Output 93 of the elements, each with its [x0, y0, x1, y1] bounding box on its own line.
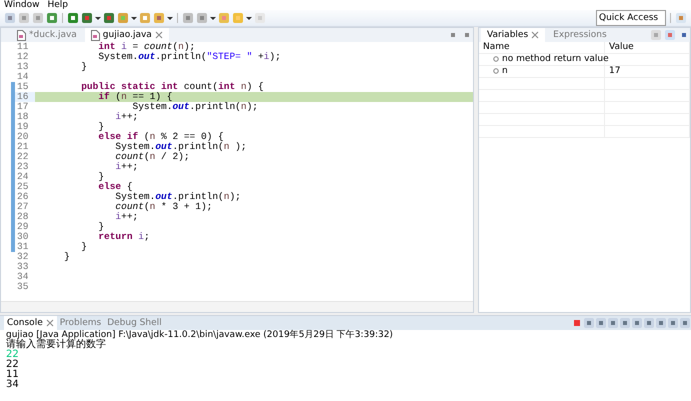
line-number: 16 [16, 92, 30, 102]
line-number: 21 [16, 142, 30, 152]
editor-tab[interactable]: gujiao.java [84, 28, 169, 42]
code-line: count(n / 2); [114, 152, 190, 162]
code-line: } [80, 62, 87, 72]
table-cell: n [479, 66, 605, 78]
console-toolbar-icon[interactable] [631, 317, 643, 329]
toolbar-icon[interactable] [81, 12, 93, 24]
code-line: } [97, 122, 104, 132]
line-number: 35 [16, 282, 30, 292]
line-number: 23 [16, 162, 30, 172]
perspective-icon[interactable] [675, 12, 687, 24]
editor-tab[interactable]: *duck.java [11, 28, 83, 42]
console-toolbar-icon[interactable] [643, 317, 655, 329]
toolbar-icon[interactable] [67, 12, 79, 24]
console-toolbar-icon[interactable] [619, 317, 631, 329]
console-toolbar-icon[interactable] [679, 317, 691, 329]
line-number: 30 [16, 232, 30, 242]
line-number: 24 [16, 172, 30, 182]
line-number: 31 [16, 242, 30, 252]
close-icon[interactable] [46, 319, 54, 327]
line-number: 22 [16, 152, 30, 162]
code-line: i++; [114, 162, 138, 172]
console-line: 11 [5, 370, 20, 380]
line-number: 15 [16, 82, 30, 92]
console-header: gujiao [Java Application] F:\Java\jdk-11.0.2\bin\javaw.exe (2019年5月29日 下午3:39:32) [5, 330, 394, 340]
view-tab[interactable]: Expressions [547, 28, 613, 42]
line-number: 34 [16, 272, 30, 282]
code-line: System.out.println(n ); [114, 142, 247, 152]
console-toolbar-icon[interactable] [607, 317, 619, 329]
line-number: 19 [16, 122, 30, 132]
view-toolbar-icon[interactable] [664, 29, 676, 41]
console-toolbar-icon[interactable] [655, 317, 667, 329]
line-number: 27 [16, 202, 30, 212]
line-number: 25 [16, 182, 30, 192]
code-line: else { [97, 182, 133, 192]
toolbar-icon[interactable] [18, 12, 30, 24]
line-number: 20 [16, 132, 30, 142]
line-number: 33 [16, 262, 30, 272]
stop-icon[interactable] [571, 317, 583, 329]
code-line: } [80, 242, 87, 252]
line-number: 32 [16, 252, 30, 262]
close-icon[interactable] [531, 31, 540, 39]
console-tab[interactable]: Console [4, 316, 57, 330]
code-line: count(n * 3 + 1); [114, 202, 212, 212]
toolbar-icon[interactable] [46, 12, 58, 24]
quick-access-field[interactable]: Quick Access [596, 10, 666, 26]
line-number: 29 [16, 222, 30, 232]
column-header[interactable]: Name [479, 42, 605, 54]
code-line: System.out.println(n); [114, 192, 241, 202]
console-tab[interactable]: Problems [56, 316, 104, 330]
line-number: 12 [16, 52, 30, 62]
line-number: 14 [16, 72, 30, 82]
toolbar-icon[interactable] [32, 12, 44, 24]
code-line: i++; [114, 212, 138, 222]
console-toolbar-icon[interactable] [667, 317, 679, 329]
code-line: return i; [97, 232, 150, 242]
console-line: 22 [5, 360, 20, 370]
column-header[interactable]: Value [605, 42, 690, 54]
console-line: 请输入需要计算的数字 [5, 340, 106, 350]
toolbar-icon[interactable] [103, 12, 115, 24]
line-number: 26 [16, 192, 30, 202]
line-number: 28 [16, 212, 30, 222]
code-line: i++; [114, 112, 138, 122]
code-line: System.out.println("STEP= " +i); [97, 52, 281, 62]
java-file-icon [17, 30, 26, 40]
console-line: 22 [5, 350, 20, 360]
code-line: int i = count(n); [97, 42, 196, 52]
code-line: public static int count(int n) { [80, 82, 264, 92]
code-line: } [97, 222, 104, 232]
code-line: else if (n % 2 == 0) { [97, 132, 224, 142]
console-toolbar-icon[interactable] [583, 317, 595, 329]
toolbar-icon[interactable] [153, 12, 165, 24]
close-icon[interactable] [154, 31, 163, 39]
code-line: } [63, 252, 70, 262]
menu-item[interactable]: Window [4, 0, 40, 10]
java-file-icon [90, 30, 100, 40]
code-line: System.out.println(n); [132, 102, 258, 112]
view-tab[interactable]: Variables [481, 28, 546, 42]
console-tab[interactable]: Debug Shell [104, 316, 165, 330]
table-cell: 17 [605, 66, 690, 78]
toolbar-icon[interactable] [4, 12, 16, 24]
toolbar-icon[interactable] [182, 12, 194, 24]
code-line: } [97, 172, 104, 182]
line-number: 17 [16, 102, 30, 112]
view-toolbar-icon[interactable] [650, 29, 662, 41]
console-line: 34 [5, 380, 20, 390]
horizontal-scrollbar[interactable] [1, 301, 473, 312]
line-number: 18 [16, 112, 30, 122]
line-number: 13 [16, 62, 30, 72]
menu-item[interactable]: Help [48, 0, 68, 10]
line-number: 11 [16, 42, 30, 52]
console-toolbar-icon[interactable] [595, 317, 607, 329]
